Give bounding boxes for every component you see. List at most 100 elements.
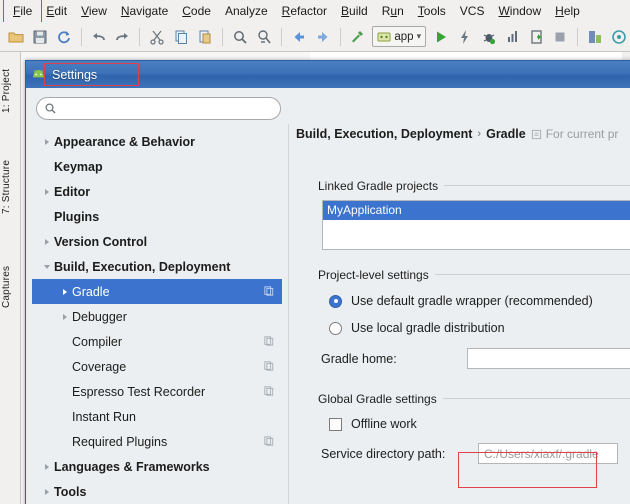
copy-settings-icon[interactable]: [264, 335, 276, 349]
tree-item-tools[interactable]: Tools: [32, 479, 282, 504]
radio-indicator[interactable]: [329, 321, 342, 335]
menu-item-code[interactable]: Code: [175, 2, 218, 20]
linked-projects-list[interactable]: MyApplication: [322, 200, 630, 250]
menu-item-analyze[interactable]: Analyze: [218, 2, 275, 20]
dialog-title-bar[interactable]: Settings: [26, 61, 630, 88]
sidebar-item-structure[interactable]: 7: Structure: [1, 147, 19, 227]
menu-item-build[interactable]: Build: [334, 2, 375, 20]
radio-use-default-wrapper[interactable]: Use default gradle wrapper (recommended): [329, 294, 593, 308]
panel-divider[interactable]: [288, 124, 289, 504]
android-module-icon: [377, 32, 391, 41]
chevron-down-icon[interactable]: ▾: [417, 31, 422, 42]
chevron-right-icon[interactable]: [40, 138, 54, 146]
run-configuration-selector[interactable]: app ▾: [372, 26, 427, 47]
sidebar-item-captures[interactable]: Captures: [1, 252, 19, 322]
tree-item-version-control[interactable]: Version Control: [32, 229, 282, 254]
tree-item-label: Compiler: [72, 334, 123, 349]
copy-settings-icon[interactable]: [264, 435, 276, 449]
checkbox-offline-work[interactable]: Offline work: [329, 417, 417, 431]
open-folder-icon[interactable]: [5, 26, 27, 48]
list-item[interactable]: MyApplication: [323, 201, 630, 220]
apply-changes-icon[interactable]: [454, 26, 476, 48]
breadcrumb-parent[interactable]: Build, Execution, Deployment: [296, 127, 472, 141]
build-hammer-icon[interactable]: [347, 26, 369, 48]
tree-item-required-plugins[interactable]: Required Plugins: [32, 429, 282, 454]
menu-item-help[interactable]: Help: [548, 2, 587, 20]
paste-icon[interactable]: [194, 26, 216, 48]
chevron-right-icon[interactable]: [58, 313, 72, 321]
save-all-icon[interactable]: [29, 26, 51, 48]
gradle-home-input[interactable]: [467, 348, 630, 369]
breadcrumb-separator: ›: [477, 128, 482, 140]
menu-item-vcs[interactable]: VCS: [453, 2, 492, 20]
menu-item-tools[interactable]: Tools: [411, 2, 453, 20]
tree-item-compiler[interactable]: Compiler: [32, 329, 282, 354]
menu-item-navigate[interactable]: Navigate: [114, 2, 175, 20]
tree-item-label: Espresso Test Recorder: [72, 384, 206, 399]
chevron-right-icon[interactable]: [40, 488, 54, 496]
chevron-down-icon[interactable]: [40, 263, 54, 271]
settings-detail-panel: Build, Execution, Deployment › Gradle Fo…: [292, 124, 630, 504]
android-studio-icon: [32, 69, 45, 78]
chevron-right-icon[interactable]: [58, 288, 72, 296]
menu-item-run[interactable]: Run: [375, 2, 411, 20]
tree-item-espresso-test-recorder[interactable]: Espresso Test Recorder: [32, 379, 282, 404]
settings-tree[interactable]: Appearance & Behavior Keymap Editor Plugins…: [32, 129, 282, 504]
service-directory-input[interactable]: C:/Users/xiaxf/.gradle: [478, 443, 618, 464]
toolbar-separator: [139, 27, 141, 46]
radio-indicator[interactable]: [329, 294, 342, 308]
sidebar-item-project[interactable]: 1: Project: [1, 56, 19, 126]
checkbox-indicator[interactable]: [329, 417, 342, 431]
tree-item-editor[interactable]: Editor: [32, 179, 282, 204]
profile-icon[interactable]: [502, 26, 524, 48]
settings-search[interactable]: [36, 97, 281, 120]
run-icon[interactable]: [430, 26, 452, 48]
attach-debugger-icon[interactable]: [526, 26, 548, 48]
sdk-manager-icon[interactable]: [584, 26, 606, 48]
tree-item-label: Appearance & Behavior: [54, 134, 196, 149]
tree-item-label: Debugger: [72, 309, 127, 324]
tree-item-appearance-behavior[interactable]: Appearance & Behavior: [32, 129, 282, 154]
chevron-right-icon[interactable]: [40, 463, 54, 471]
undo-icon[interactable]: [88, 26, 110, 48]
copy-settings-icon[interactable]: [264, 385, 276, 399]
cut-icon[interactable]: [146, 26, 168, 48]
chevron-right-icon[interactable]: [40, 188, 54, 196]
sync-refresh-icon[interactable]: [53, 26, 75, 48]
tree-item-gradle[interactable]: Gradle: [32, 279, 282, 304]
tree-item-coverage[interactable]: Coverage: [32, 354, 282, 379]
menu-item-edit[interactable]: Edit: [39, 2, 74, 20]
menu-item-refactor[interactable]: Refactor: [275, 2, 334, 20]
debug-icon[interactable]: [478, 26, 500, 48]
stop-icon[interactable]: [549, 26, 571, 48]
back-icon[interactable]: [288, 26, 310, 48]
tree-item-label: Editor: [54, 184, 91, 199]
tree-item-languages-frameworks[interactable]: Languages & Frameworks: [32, 454, 282, 479]
gradle-home-label: Gradle home:: [321, 352, 397, 366]
tree-item-plugins[interactable]: Plugins: [32, 204, 282, 229]
scope-note[interactable]: For current pr: [531, 127, 618, 141]
copy-settings-icon[interactable]: [264, 360, 276, 374]
radio-use-local-distribution[interactable]: Use local gradle distribution: [329, 321, 505, 335]
breadcrumb: Build, Execution, Deployment › Gradle Fo…: [296, 127, 618, 141]
tree-item-instant-run[interactable]: Instant Run: [32, 404, 282, 429]
tree-item-keymap[interactable]: Keymap: [32, 154, 282, 179]
tool-tab-label: 7: Structure: [1, 159, 12, 215]
menu-item-file[interactable]: File: [2, 0, 43, 23]
chevron-right-icon[interactable]: [40, 238, 54, 246]
tree-item-build-execution-deployment[interactable]: Build, Execution, Deployment: [32, 254, 282, 279]
replace-icon[interactable]: [253, 26, 275, 48]
copy-settings-icon[interactable]: [264, 285, 276, 299]
service-directory-label: Service directory path:: [321, 447, 446, 461]
redo-icon[interactable]: [112, 26, 134, 48]
tree-item-debugger[interactable]: Debugger: [32, 304, 282, 329]
toolbar-separator: [577, 27, 579, 46]
forward-icon[interactable]: [312, 26, 334, 48]
menu-item-window[interactable]: Window: [491, 2, 548, 20]
search-input[interactable]: [62, 100, 266, 117]
avd-manager-icon[interactable]: [608, 26, 630, 48]
copy-icon[interactable]: [170, 26, 192, 48]
menu-item-view[interactable]: View: [74, 2, 114, 20]
find-icon[interactable]: [229, 26, 251, 48]
dialog-body: Appearance & Behavior Keymap Editor Plugins…: [26, 88, 630, 504]
